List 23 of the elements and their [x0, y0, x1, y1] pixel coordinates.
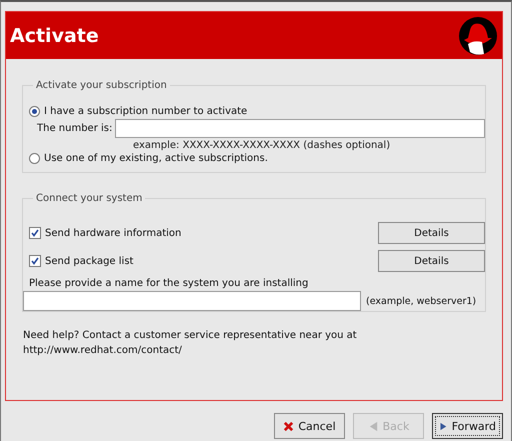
radio-option[interactable]: Use one of my existing, active subscriptions. [29, 153, 485, 164]
field-label: The number is: [37, 123, 112, 134]
help-text: Need help? Contact a customer service representative near you at [23, 330, 358, 341]
right-triangle-icon [439, 420, 448, 432]
hat-logo-icon [458, 16, 498, 56]
checkbox-option[interactable]: Send hardware information [29, 227, 182, 239]
group-legend: Activate your subscription [33, 80, 170, 91]
radio-option[interactable]: I have a subscription number to activate [29, 106, 485, 117]
group-legend: Connect your system [33, 193, 146, 204]
number-field[interactable] [115, 119, 485, 138]
left-triangle-icon [368, 420, 379, 432]
cancel-button[interactable]: Cancel [274, 413, 345, 439]
field-label: Please provide a name for the system you are installing [29, 278, 310, 289]
hint-text: (example, webserver1) [366, 296, 476, 306]
page-title: Activate [10, 24, 99, 46]
hint-text: example: XXXX-XXXX-XXXX-XXXX (dashes optional) [132, 140, 392, 151]
details-button[interactable]: Details [378, 222, 485, 244]
cross-icon [283, 420, 294, 432]
forward-button[interactable]: Forward [432, 413, 503, 439]
help-link[interactable]: http://www.redhat.com/contact/ [23, 345, 182, 356]
details-button[interactable]: Details [378, 250, 485, 272]
system-name-field[interactable] [23, 291, 361, 311]
checkbox-option[interactable]: Send package list [29, 255, 134, 267]
